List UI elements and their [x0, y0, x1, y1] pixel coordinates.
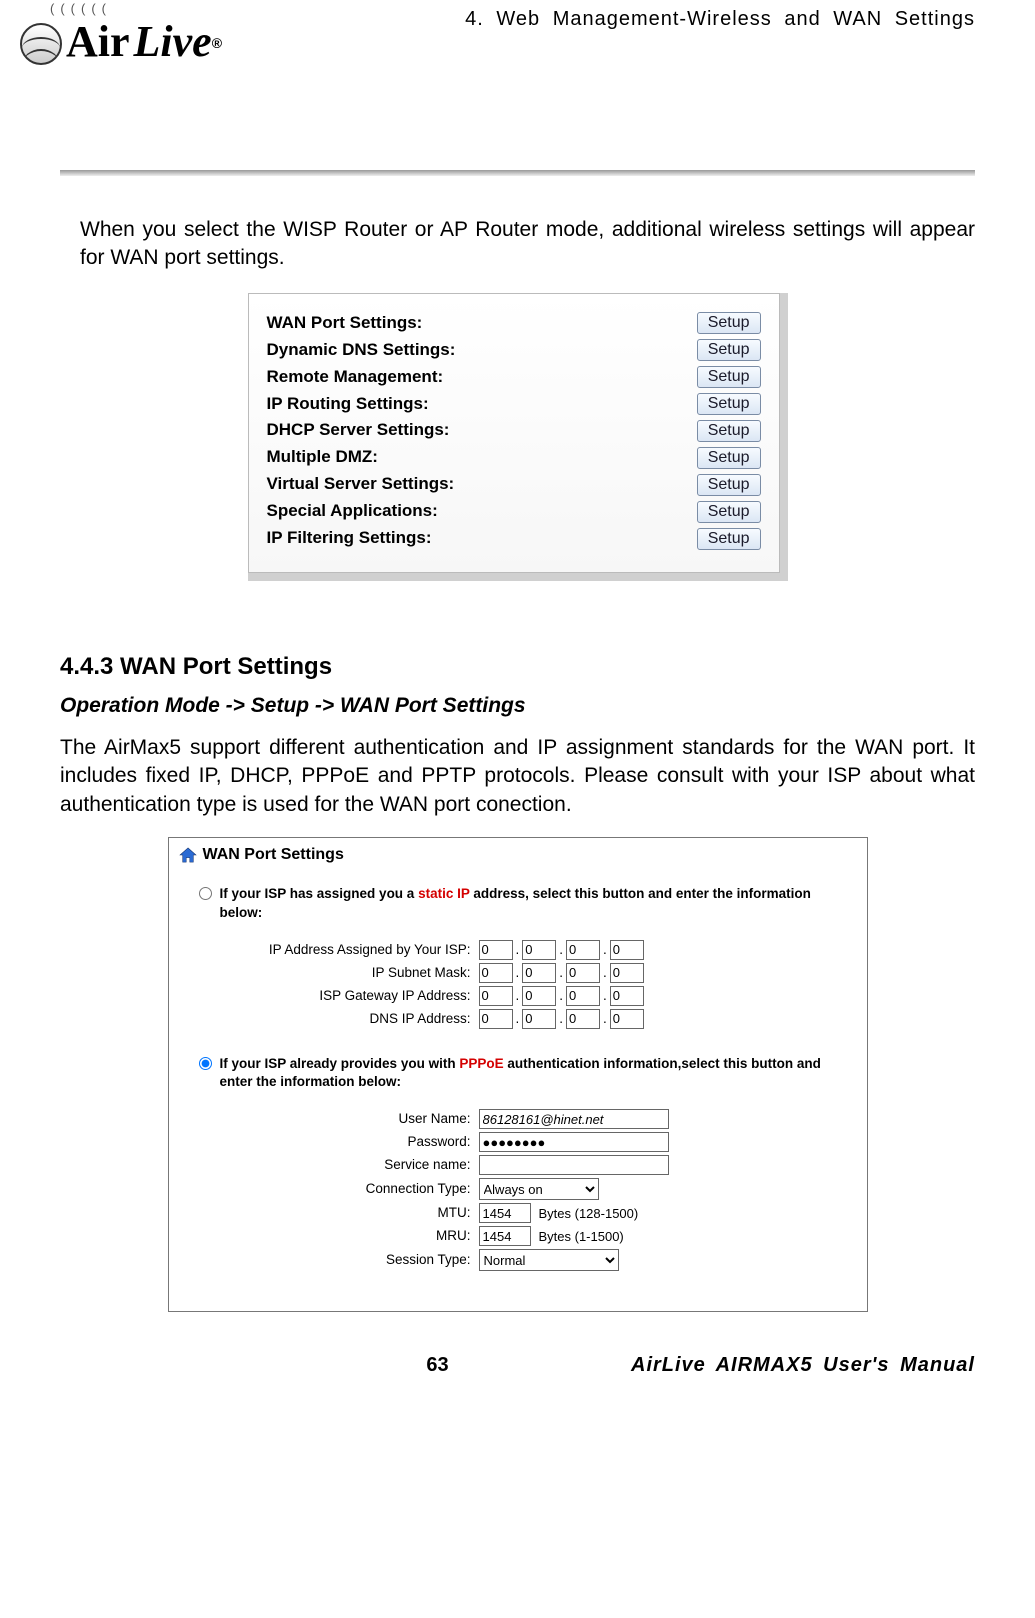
- mtu-label: MTU:: [269, 1204, 479, 1222]
- subnet-oct2[interactable]: [522, 963, 556, 983]
- dns-oct3[interactable]: [566, 1009, 600, 1029]
- logo-trademark: ®: [212, 34, 222, 53]
- list-item: Remote Management: Setup: [267, 366, 761, 389]
- list-item: IP Filtering Settings: Setup: [267, 527, 761, 550]
- list-item: IP Routing Settings: Setup: [267, 393, 761, 416]
- settings-label: IP Filtering Settings:: [267, 527, 432, 550]
- gateway-oct3[interactable]: [566, 986, 600, 1006]
- dns-label: DNS IP Address:: [269, 1010, 479, 1028]
- settings-label: DHCP Server Settings:: [267, 419, 450, 442]
- list-item: WAN Port Settings: Setup: [267, 312, 761, 335]
- service-name-input[interactable]: [479, 1155, 669, 1175]
- logo-text-air: Air: [66, 12, 130, 71]
- wan-port-settings-screenshot: WAN Port Settings If your ISP has assign…: [168, 837, 868, 1312]
- subnet-oct4[interactable]: [610, 963, 644, 983]
- dns-oct2[interactable]: [522, 1009, 556, 1029]
- logo-text-live: Live: [134, 12, 212, 71]
- setup-button[interactable]: Setup: [697, 420, 761, 442]
- subnet-oct3[interactable]: [566, 963, 600, 983]
- pppoe-option: If your ISP already provides you with PP…: [179, 1055, 857, 1271]
- brand-logo: (((((( Air Live ®: [20, 0, 280, 71]
- settings-label: Virtual Server Settings:: [267, 473, 455, 496]
- settings-label: IP Routing Settings:: [267, 393, 429, 416]
- ip-assigned-oct3[interactable]: [566, 940, 600, 960]
- settings-label: Special Applications:: [267, 500, 438, 523]
- settings-list-screenshot: WAN Port Settings: Setup Dynamic DNS Sett…: [248, 293, 788, 581]
- list-item: Dynamic DNS Settings: Setup: [267, 339, 761, 362]
- pppoe-description: If your ISP already provides you with PP…: [220, 1055, 857, 1091]
- setup-button[interactable]: Setup: [697, 474, 761, 496]
- ip-assigned-oct1[interactable]: [479, 940, 513, 960]
- setup-button[interactable]: Setup: [697, 312, 761, 334]
- manual-title: AirLive AIRMAX5 User's Manual: [555, 1352, 975, 1379]
- static-ip-description: If your ISP has assigned you a static IP…: [220, 885, 857, 921]
- section-body: The AirMax5 support different authentica…: [60, 734, 975, 819]
- dns-oct4[interactable]: [610, 1009, 644, 1029]
- mru-input[interactable]: [479, 1226, 531, 1246]
- settings-label: Dynamic DNS Settings:: [267, 339, 456, 362]
- mtu-input[interactable]: [479, 1203, 531, 1223]
- setup-button[interactable]: Setup: [697, 339, 761, 361]
- setup-button[interactable]: Setup: [697, 447, 761, 469]
- section-heading: 4.4.3 WAN Port Settings: [60, 651, 975, 683]
- mru-label: MRU:: [269, 1227, 479, 1245]
- setup-button[interactable]: Setup: [697, 366, 761, 388]
- mru-hint: Bytes (1-1500): [539, 1228, 624, 1246]
- chapter-title: 4. Web Management-Wireless and WAN Setti…: [465, 6, 975, 33]
- setup-button[interactable]: Setup: [697, 393, 761, 415]
- username-input[interactable]: [479, 1109, 669, 1129]
- list-item: Special Applications: Setup: [267, 500, 761, 523]
- page-number: 63: [320, 1352, 555, 1379]
- settings-label: WAN Port Settings:: [267, 312, 423, 335]
- settings-label: Remote Management:: [267, 366, 444, 389]
- username-label: User Name:: [269, 1110, 479, 1128]
- breadcrumb-path: Operation Mode -> Setup -> WAN Port Sett…: [60, 692, 975, 720]
- subnet-label: IP Subnet Mask:: [269, 964, 479, 982]
- list-item: Virtual Server Settings: Setup: [267, 473, 761, 496]
- list-item: Multiple DMZ: Setup: [267, 446, 761, 469]
- list-item: DHCP Server Settings: Setup: [267, 419, 761, 442]
- service-name-label: Service name:: [269, 1156, 479, 1174]
- intro-paragraph: When you select the WISP Router or AP Ro…: [60, 216, 975, 273]
- password-input[interactable]: [479, 1132, 669, 1152]
- gateway-oct4[interactable]: [610, 986, 644, 1006]
- static-ip-radio[interactable]: [199, 887, 212, 900]
- ip-assigned-oct2[interactable]: [522, 940, 556, 960]
- connection-type-select[interactable]: Always on: [479, 1178, 599, 1200]
- password-label: Password:: [269, 1133, 479, 1151]
- session-type-select[interactable]: Normal: [479, 1249, 619, 1271]
- gateway-oct2[interactable]: [522, 986, 556, 1006]
- wan-title-text: WAN Port Settings: [203, 844, 344, 866]
- connection-type-label: Connection Type:: [269, 1180, 479, 1198]
- header-divider: [60, 170, 975, 176]
- home-icon: [179, 847, 197, 863]
- setup-button[interactable]: Setup: [697, 501, 761, 523]
- subnet-oct1[interactable]: [479, 963, 513, 983]
- session-type-label: Session Type:: [269, 1251, 479, 1269]
- mtu-hint: Bytes (128-1500): [539, 1205, 639, 1223]
- setup-button[interactable]: Setup: [697, 528, 761, 550]
- static-ip-option: If your ISP has assigned you a static IP…: [179, 885, 857, 1028]
- ip-assigned-oct4[interactable]: [610, 940, 644, 960]
- settings-label: Multiple DMZ:: [267, 446, 378, 469]
- dns-oct1[interactable]: [479, 1009, 513, 1029]
- ip-assigned-label: IP Address Assigned by Your ISP:: [269, 941, 479, 959]
- pppoe-radio[interactable]: [199, 1057, 212, 1070]
- gateway-label: ISP Gateway IP Address:: [269, 987, 479, 1005]
- gateway-oct1[interactable]: [479, 986, 513, 1006]
- globe-icon: [20, 23, 62, 65]
